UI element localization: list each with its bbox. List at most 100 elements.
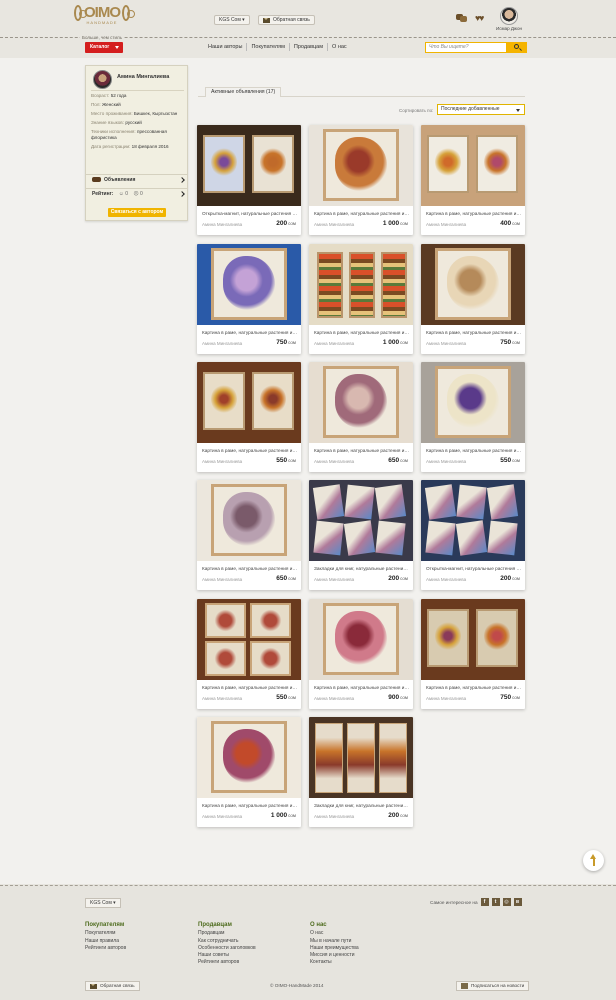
nav-authors[interactable]: Наши авторы — [204, 43, 248, 51]
footer-currency-select[interactable]: KGS Сом ▾ — [85, 898, 121, 908]
listing-card[interactable]: Закладки для книг, натуральные растения…… — [309, 480, 413, 590]
listing-card[interactable]: Картина в раме, натуральные растения из…… — [197, 244, 301, 354]
footer-link[interactable]: Наши преимущества — [310, 945, 359, 952]
twitter-icon[interactable]: t — [491, 898, 500, 906]
contact-author-button[interactable]: Связаться с автором — [108, 208, 166, 217]
listing-image[interactable] — [309, 362, 413, 443]
listing-image[interactable] — [197, 717, 301, 798]
footer-link[interactable]: Покупателям — [85, 930, 126, 937]
listing-card[interactable]: Картина в раме, натуральные растения из…… — [421, 125, 525, 235]
listing-image[interactable] — [309, 480, 413, 561]
listing-title[interactable]: Картина в раме, натуральные растения из… — [314, 330, 410, 335]
messages-icon[interactable] — [456, 14, 467, 22]
footer-link[interactable]: Особенности заголовков — [198, 945, 256, 952]
listing-image[interactable] — [197, 362, 301, 443]
listing-author[interactable]: Амина Мингалиева — [314, 696, 354, 701]
listing-image[interactable] — [421, 125, 525, 206]
ads-section-link[interactable]: Объявления — [86, 174, 187, 185]
listing-image[interactable] — [421, 362, 525, 443]
listing-card[interactable]: Открытка-магнит, натуральные растения и…… — [421, 480, 525, 590]
footer-link[interactable]: О нас — [310, 930, 359, 937]
listing-card[interactable]: Картина в раме, натуральные растения из…… — [421, 244, 525, 354]
listing-title[interactable]: Открытка-магнит, натуральные растения и… — [202, 211, 298, 216]
vk-icon[interactable]: в — [513, 898, 522, 906]
footer-link[interactable]: Продавцам — [198, 930, 256, 937]
footer-link[interactable]: Рейтинги авторов — [198, 959, 256, 966]
scroll-to-top-button[interactable] — [583, 850, 604, 871]
footer-feedback-link[interactable]: Обратная связь — [85, 981, 140, 991]
listing-image[interactable] — [197, 244, 301, 325]
listing-image[interactable] — [309, 244, 413, 325]
listing-author[interactable]: Амина Мингалиева — [314, 341, 354, 346]
listing-title[interactable]: Картина в раме, натуральные растения из… — [426, 330, 522, 335]
listing-author[interactable]: Амина Мингалиева — [202, 222, 242, 227]
listing-image[interactable] — [421, 244, 525, 325]
listing-title[interactable]: Открытка-магнит, натуральные растения и… — [426, 566, 522, 571]
favorites-icon[interactable]: ♥ ♥ — [475, 14, 487, 23]
listing-author[interactable]: Амина Мингалиева — [426, 696, 466, 701]
listing-card[interactable]: Картина в раме, натуральные растения из…… — [309, 599, 413, 709]
listing-author[interactable]: Амина Мингалиева — [314, 222, 354, 227]
search-input[interactable]: Что Вы ищете? — [425, 42, 507, 53]
listing-author[interactable]: Амина Мингалиева — [314, 577, 354, 582]
listing-card[interactable]: Картина в раме, натуральные растения из…… — [197, 362, 301, 472]
listing-author[interactable]: Амина Мингалиева — [426, 222, 466, 227]
listing-title[interactable]: Картина в раме, натуральные растения из… — [202, 448, 298, 453]
listing-author[interactable]: Амина Мингалиева — [426, 341, 466, 346]
search-button[interactable] — [507, 42, 527, 53]
listing-title[interactable]: Картина в раме, натуральные растения из… — [426, 211, 522, 216]
listing-card[interactable]: Картина в раме, натуральные растения из…… — [309, 362, 413, 472]
listing-title[interactable]: Картина в раме, натуральные растения из… — [202, 566, 298, 571]
rating-section[interactable]: Рейтинг: ☺ 0 ☹ 0 — [86, 188, 187, 199]
listing-author[interactable]: Амина Мингалиева — [314, 459, 354, 464]
listing-image[interactable] — [421, 480, 525, 561]
footer-link[interactable]: Как сотрудничать — [198, 938, 256, 945]
listing-image[interactable] — [309, 717, 413, 798]
listing-card[interactable]: Картина в раме, натуральные растения из…… — [309, 244, 413, 354]
listing-image[interactable] — [197, 599, 301, 680]
listing-title[interactable]: Закладки для книг, натуральные растения… — [314, 566, 410, 571]
listing-title[interactable]: Картина в раме, натуральные растения из… — [426, 448, 522, 453]
listing-card[interactable]: Картина в раме, натуральные растения из…… — [197, 480, 301, 590]
listing-card[interactable]: Картина в раме, натуральные растения из…… — [421, 362, 525, 472]
listing-image[interactable] — [309, 599, 413, 680]
listing-image[interactable] — [421, 599, 525, 680]
listing-title[interactable]: Картина в раме, натуральные растения из… — [202, 685, 298, 690]
instagram-icon[interactable]: ◎ — [502, 898, 511, 906]
listing-card[interactable]: Картина в раме, натуральные растения из…… — [197, 717, 301, 827]
listing-title[interactable]: Закладки для книг, натуральные растения… — [314, 803, 410, 808]
footer-link[interactable]: Контакты — [310, 959, 359, 966]
footer-link[interactable]: Миссия и ценности — [310, 952, 359, 959]
listing-title[interactable]: Картина в раме, натуральные растения из… — [314, 448, 410, 453]
listing-title[interactable]: Картина в раме, натуральные растения из… — [202, 330, 298, 335]
listing-card[interactable]: Открытка-магнит, натуральные растения и…… — [197, 125, 301, 235]
listing-image[interactable] — [197, 480, 301, 561]
listing-author[interactable]: Амина Мингалиева — [202, 341, 242, 346]
feedback-link[interactable]: Обратная связь — [258, 15, 315, 25]
footer-link[interactable]: Рейтинги авторов — [85, 945, 126, 952]
nav-buyers[interactable]: Покупателям — [247, 43, 290, 51]
listing-card[interactable]: Картина в раме, натуральные растения из…… — [421, 599, 525, 709]
listing-author[interactable]: Амина Мингалиева — [426, 577, 466, 582]
listing-title[interactable]: Картина в раме, натуральные растения из… — [314, 211, 410, 216]
nav-about[interactable]: О нас — [328, 43, 351, 51]
listing-image[interactable] — [197, 125, 301, 206]
listing-card[interactable]: Картина в раме, натуральные растения из…… — [309, 125, 413, 235]
listing-author[interactable]: Амина Мингалиева — [426, 459, 466, 464]
listing-author[interactable]: Амина Мингалиева — [202, 814, 242, 819]
catalog-button[interactable]: Каталог — [85, 42, 123, 53]
listing-title[interactable]: Картина в раме, натуральные растения из… — [314, 685, 410, 690]
footer-link[interactable]: Мы в начале пути — [310, 938, 359, 945]
listing-author[interactable]: Амина Мингалиева — [314, 814, 354, 819]
subscribe-button[interactable]: Подписаться на новости — [456, 981, 530, 991]
currency-select[interactable]: KGS Сом ▾ — [214, 15, 250, 25]
tab-active-listings[interactable]: Активные объявления (17) — [205, 87, 282, 97]
listing-image[interactable] — [309, 125, 413, 206]
listing-author[interactable]: Амина Мингалиева — [202, 459, 242, 464]
nav-sellers[interactable]: Продавцам — [290, 43, 329, 51]
listing-author[interactable]: Амина Мингалиева — [202, 577, 242, 582]
user-menu[interactable]: Исмар Джон — [494, 7, 524, 31]
listing-title[interactable]: Картина в раме, натуральные растения из… — [202, 803, 298, 808]
footer-link[interactable]: Наши правила — [85, 938, 126, 945]
listing-author[interactable]: Амина Мингалиева — [202, 696, 242, 701]
